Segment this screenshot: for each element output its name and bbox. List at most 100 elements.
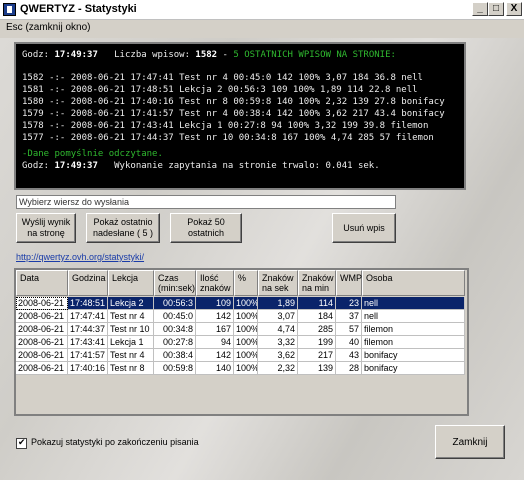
footer-time: 17:49:37 — [54, 161, 98, 171]
cell-percent: 100% — [234, 310, 258, 323]
cell-percent: 100% — [234, 349, 258, 362]
cell-percent: 100% — [234, 362, 258, 375]
cell-wpm: 43 — [336, 349, 362, 362]
header-count: 1582 — [195, 50, 218, 60]
selected-row-field[interactable]: Wybierz wiersz do wysłania — [16, 195, 396, 209]
table-row[interactable]: 2008-06-21 17:40:16 Test nr 8 00:59:8 140 100… — [16, 362, 465, 375]
cell-date: 2008-06-21 — [16, 336, 68, 349]
table-body: Data Godzina Lekcja Czas (min:sek) Ilość… — [16, 270, 467, 414]
col-header-percent[interactable]: % — [234, 270, 258, 296]
cell-cps: 3,32 — [258, 336, 298, 349]
cell-wpm: 40 — [336, 336, 362, 349]
show-stats-label: Pokazuj statystyki po zakończeniu pisani… — [31, 437, 199, 447]
col-header-chars[interactable]: Ilość znaków — [196, 270, 234, 296]
cell-cpm: 114 — [298, 297, 336, 310]
menu-escape[interactable]: Esc (zamknij okno) — [6, 22, 90, 33]
table-row[interactable]: 2008-06-21 17:44:37 Test nr 10 00:34:8 167 10… — [16, 323, 465, 336]
cell-time: 17:41:57 — [68, 349, 108, 362]
cell-time: 17:47:41 — [68, 310, 108, 323]
col-header-duration[interactable]: Czas (min:sek) — [154, 270, 196, 296]
show-50-button[interactable]: Pokaż 50 ostatnich — [170, 213, 242, 243]
cell-date: 2008-06-21 — [16, 297, 68, 310]
cell-chars: 142 — [196, 349, 234, 362]
console-line: 1581 -:- 2008-06-21 17:48:51 Lekcja 2 00… — [22, 85, 418, 95]
cell-cpm: 139 — [298, 362, 336, 375]
table-row[interactable]: 2008-06-21 17:47:41 Test nr 4 00:45:0 142 100… — [16, 310, 465, 323]
close-window-button[interactable]: X — [506, 2, 522, 16]
table-row[interactable]: 2008-06-21 17:43:41 Lekcja 1 00:27:8 94 100% 3… — [16, 336, 465, 349]
cell-wpm: 37 — [336, 310, 362, 323]
cell-duration: 00:45:0 — [154, 310, 196, 323]
cell-cps: 2,32 — [258, 362, 298, 375]
show-last-sent-button[interactable]: Pokaż ostatnio nadesłane ( 5 ) — [86, 213, 160, 243]
cell-cpm: 184 — [298, 310, 336, 323]
app-icon — [3, 3, 16, 16]
delete-entry-button[interactable]: Usuń wpis — [332, 213, 396, 243]
footer-text: Wykonanie zapytania na stronie trwalo: 0… — [114, 161, 380, 171]
cell-date: 2008-06-21 — [16, 323, 68, 336]
cell-duration: 00:56:3 — [154, 297, 196, 310]
console-footer: Godz: 17:49:37 Wykonanie zapytania na st… — [22, 161, 380, 171]
cell-wpm: 28 — [336, 362, 362, 375]
cell-person: nell — [362, 297, 465, 310]
col-header-lesson[interactable]: Lekcja — [108, 270, 154, 296]
cell-percent: 100% — [234, 323, 258, 336]
show-stats-checkbox[interactable] — [16, 437, 27, 449]
cell-date: 2008-06-21 — [16, 349, 68, 362]
cell-cps: 3,07 — [258, 310, 298, 323]
cell-cps: 1,89 — [258, 297, 298, 310]
cell-chars: 167 — [196, 323, 234, 336]
cell-date: 2008-06-21 — [16, 362, 68, 375]
cell-chars: 109 — [196, 297, 234, 310]
maximize-button[interactable]: □ — [488, 2, 504, 16]
table-row[interactable]: 2008-06-21 17:48:51 Lekcja 2 00:56:3 109 100%… — [16, 297, 465, 310]
cell-chars: 94 — [196, 336, 234, 349]
cell-time: 17:44:37 — [68, 323, 108, 336]
col-header-date[interactable]: Data — [16, 270, 68, 296]
cell-person: bonifacy — [362, 362, 465, 375]
cell-time: 17:43:41 — [68, 336, 108, 349]
cell-duration: 00:27:8 — [154, 336, 196, 349]
cell-percent: 100% — [234, 297, 258, 310]
cell-chars: 142 — [196, 310, 234, 323]
col-header-person[interactable]: Osoba — [362, 270, 465, 296]
window-title: QWERTYZ - Statystyki — [20, 3, 137, 15]
cell-wpm: 57 — [336, 323, 362, 336]
cell-person: bonifacy — [362, 349, 465, 362]
col-header-chars-per-min[interactable]: Znaków na min — [298, 270, 336, 296]
cell-lesson: Test nr 10 — [108, 323, 154, 336]
cell-cpm: 285 — [298, 323, 336, 336]
header-count-label: Liczba wpisow: — [114, 50, 190, 60]
minimize-button[interactable]: _ — [472, 2, 488, 16]
cell-person: filemon — [362, 323, 465, 336]
header-sep: - — [222, 50, 228, 60]
cell-person: filemon — [362, 336, 465, 349]
console-line: 1577 -:- 2008-06-21 17:44:37 Test nr 10 … — [22, 133, 434, 143]
col-header-wpm[interactable]: WMP — [336, 270, 362, 296]
cell-lesson: Test nr 8 — [108, 362, 154, 375]
cell-duration: 00:38:4 — [154, 349, 196, 362]
send-selected-button[interactable]: Wyślij wynik na stronę — [16, 213, 76, 243]
col-header-time[interactable]: Godzina — [68, 270, 108, 296]
cell-lesson: Lekcja 1 — [108, 336, 154, 349]
cell-time: 17:48:51 — [68, 297, 108, 310]
console-line: 1579 -:- 2008-06-21 17:41:57 Test nr 4 0… — [22, 109, 445, 119]
footer-time-label: Godz: — [22, 161, 50, 171]
console-status: -Dane pomyślnie odczytane. — [22, 149, 163, 159]
cell-cpm: 217 — [298, 349, 336, 362]
cell-lesson: Test nr 4 — [108, 310, 154, 323]
results-table: Data Godzina Lekcja Czas (min:sek) Ilość… — [14, 268, 469, 416]
col-header-chars-per-sec[interactable]: Znaków na sek — [258, 270, 298, 296]
log-console: Godz: 17:49:37 Liczba wpisow: 1582 - 5 O… — [14, 42, 466, 190]
close-button[interactable]: Zamknij — [435, 425, 505, 459]
cell-cps: 4,74 — [258, 323, 298, 336]
stats-link[interactable]: http://qwertyz.ovh.org/statystyki/ — [16, 252, 144, 262]
cell-duration: 00:34:8 — [154, 323, 196, 336]
console-line: 1580 -:- 2008-06-21 17:40:16 Test nr 8 0… — [22, 97, 445, 107]
cell-lesson: Lekcja 2 — [108, 297, 154, 310]
cell-lesson: Test nr 4 — [108, 349, 154, 362]
menu-bar: Esc (zamknij okno) — [0, 20, 524, 38]
console-line: 1582 -:- 2008-06-21 17:47:41 Test nr 4 0… — [22, 73, 423, 83]
cell-cps: 3,62 — [258, 349, 298, 362]
table-row[interactable]: 2008-06-21 17:41:57 Test nr 4 00:38:4 142 100… — [16, 349, 465, 362]
